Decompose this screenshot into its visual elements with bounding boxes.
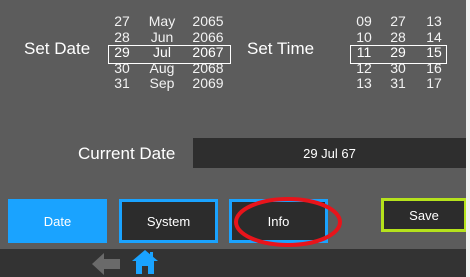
year-option[interactable]: 2069	[192, 75, 223, 92]
day-option[interactable]: 27	[114, 13, 130, 30]
annotation-circle	[234, 197, 342, 247]
hour-option[interactable]: 09	[356, 13, 372, 30]
save-button-label: Save	[409, 207, 439, 223]
month-option[interactable]: Jun	[151, 29, 174, 46]
tab-system-label: System	[146, 213, 191, 229]
minute-option[interactable]: 31	[390, 75, 406, 92]
back-arrow-icon[interactable]	[92, 252, 122, 276]
year-option[interactable]: 2066	[192, 29, 223, 46]
save-button[interactable]: Save	[381, 198, 467, 232]
tab-date-label: Date	[43, 213, 72, 229]
tab-date[interactable]: Date	[8, 199, 107, 243]
date-selection-frame	[108, 45, 231, 64]
tab-system[interactable]: System	[119, 199, 218, 243]
hour-option[interactable]: 10	[356, 29, 372, 46]
current-date-label: Current Date	[78, 144, 176, 163]
current-date-display: 29 Jul 67	[193, 138, 466, 168]
minute-option[interactable]: 28	[390, 29, 406, 46]
second-option[interactable]: 17	[426, 75, 442, 92]
second-option[interactable]: 13	[426, 13, 442, 30]
day-option[interactable]: 28	[114, 29, 130, 46]
home-icon[interactable]	[131, 249, 159, 275]
current-date-value: 29 Jul 67	[303, 145, 356, 161]
set-time-label: Set Time	[247, 39, 315, 58]
time-selection-frame	[350, 45, 447, 64]
minute-option[interactable]: 27	[390, 13, 406, 30]
hour-option[interactable]: 13	[356, 75, 372, 92]
month-option[interactable]: May	[149, 13, 175, 30]
set-date-label: Set Date	[24, 39, 91, 58]
year-option[interactable]: 2065	[192, 13, 223, 30]
screen-edge	[466, 0, 470, 277]
bottom-nav-bar	[0, 249, 470, 277]
second-option[interactable]: 14	[426, 29, 442, 46]
day-option[interactable]: 31	[114, 75, 130, 92]
date-settings-screen: Set Date 27 28 29 30 31 May Jun Jul Aug …	[0, 0, 470, 277]
month-option[interactable]: Sep	[150, 75, 175, 92]
